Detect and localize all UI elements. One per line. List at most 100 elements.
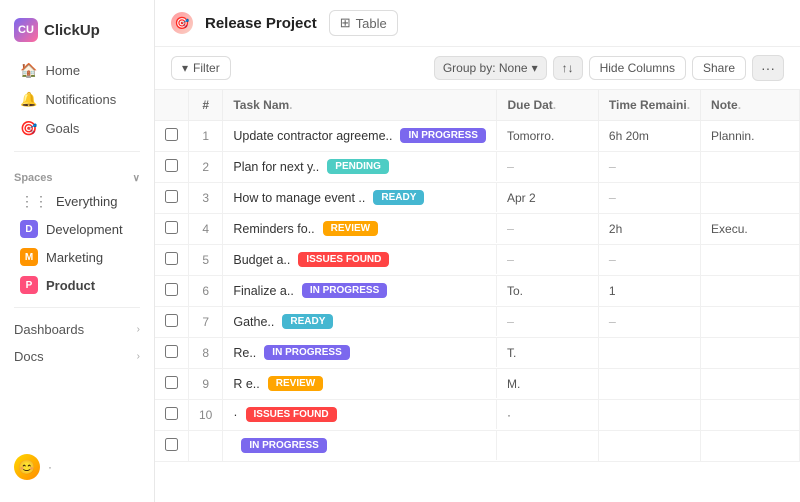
status-badge: READY: [282, 314, 333, 329]
status-badge: ISSUES FOUND: [298, 252, 389, 267]
toolbar-right: Group by: None ▾ ↑↓ Hide Columns Share ·…: [434, 55, 784, 81]
col-notes[interactable]: Note.: [701, 90, 800, 121]
sidebar-user[interactable]: 😊 ·: [0, 444, 154, 490]
docs-label: Docs: [14, 349, 44, 364]
logo-icon: CU: [14, 18, 38, 42]
due-date-text: M.: [507, 377, 520, 391]
row-number: 9: [189, 369, 223, 400]
task-name-text: How to manage event ..: [233, 191, 365, 205]
table-row[interactable]: IN PROGRESS: [155, 431, 800, 462]
hide-columns-label: Hide Columns: [600, 61, 675, 75]
row-notes: [701, 245, 800, 276]
sidebar-item-dashboards[interactable]: Dashboards ›: [0, 316, 154, 343]
row-checkbox[interactable]: [165, 438, 178, 451]
sort-button[interactable]: ↑↓: [553, 56, 583, 80]
row-checkbox-cell: [155, 400, 189, 431]
row-task-name[interactable]: Re.. IN PROGRESS: [223, 338, 497, 367]
sidebar-logo[interactable]: CU ClickUp: [0, 12, 154, 56]
table-row[interactable]: 7 Gathe.. READY ––: [155, 307, 800, 338]
row-task-name[interactable]: Budget a.. ISSUES FOUND: [223, 245, 497, 274]
row-task-name[interactable]: Finalize a.. IN PROGRESS: [223, 276, 497, 305]
due-date-dash: –: [507, 315, 514, 329]
due-date-dash: –: [507, 160, 514, 174]
sidebar-item-goals[interactable]: 🎯 Goals: [6, 114, 148, 143]
hide-columns-button[interactable]: Hide Columns: [589, 56, 686, 80]
row-task-name[interactable]: IN PROGRESS: [223, 431, 497, 460]
row-checkbox[interactable]: [165, 128, 178, 141]
sidebar-item-marketing-label: Marketing: [46, 250, 103, 265]
row-time-remaining: 6h 20m: [598, 121, 700, 152]
spaces-chevron[interactable]: ∨: [133, 173, 140, 184]
dashboards-label: Dashboards: [14, 322, 84, 337]
sidebar-item-home-label: Home: [45, 63, 80, 78]
row-task-name[interactable]: Update contractor agreeme.. IN PROGRESS: [223, 121, 497, 150]
row-task-name[interactable]: Reminders fo.. REVIEW: [223, 214, 497, 243]
row-time-remaining: –: [598, 245, 700, 276]
row-checkbox[interactable]: [165, 314, 178, 327]
row-checkbox[interactable]: [165, 221, 178, 234]
toolbar: ▾ Filter Group by: None ▾ ↑↓ Hide Column…: [155, 47, 800, 90]
table-row[interactable]: 6 Finalize a.. IN PROGRESS To.1: [155, 276, 800, 307]
sidebar-item-development[interactable]: D Development: [6, 215, 148, 243]
sidebar: CU ClickUp 🏠 Home 🔔 Notifications 🎯 Goal…: [0, 0, 155, 502]
table-row[interactable]: 5 Budget a.. ISSUES FOUND ––: [155, 245, 800, 276]
task-name-text: Budget a..: [233, 253, 290, 267]
task-name-text: Update contractor agreeme..: [233, 129, 392, 143]
col-due-date[interactable]: Due Dat.: [497, 90, 598, 121]
table-row[interactable]: 9 R e.. REVIEW M.: [155, 369, 800, 400]
time-remaining-text: 6h 20m: [609, 129, 649, 143]
row-task-name[interactable]: How to manage event .. READY: [223, 183, 497, 212]
more-icon: ···: [761, 60, 775, 76]
row-notes: Execu.: [701, 214, 800, 245]
row-task-name[interactable]: Plan for next y.. PENDING: [223, 152, 497, 181]
sidebar-item-product[interactable]: P Product: [6, 271, 148, 299]
row-notes: Plannin.: [701, 121, 800, 152]
table-row[interactable]: 4 Reminders fo.. REVIEW –2hExecu.: [155, 214, 800, 245]
due-date-text: T.: [507, 346, 516, 360]
row-checkbox[interactable]: [165, 407, 178, 420]
row-notes: [701, 369, 800, 400]
time-remaining-dash: –: [609, 191, 616, 205]
col-task-name[interactable]: Task Nam.: [223, 90, 497, 121]
filter-icon: ▾: [182, 61, 188, 75]
row-checkbox-cell: [155, 276, 189, 307]
row-checkbox[interactable]: [165, 283, 178, 296]
table-view-tab[interactable]: ⊞ Table: [329, 10, 398, 36]
sidebar-item-marketing[interactable]: M Marketing: [6, 243, 148, 271]
row-time-remaining: 1: [598, 276, 700, 307]
sidebar-item-notifications[interactable]: 🔔 Notifications: [6, 85, 148, 114]
share-button[interactable]: Share: [692, 56, 746, 80]
table-row[interactable]: 1 Update contractor agreeme.. IN PROGRES…: [155, 121, 800, 152]
row-checkbox[interactable]: [165, 345, 178, 358]
row-task-name[interactable]: R e.. REVIEW: [223, 369, 497, 398]
row-number: 6: [189, 276, 223, 307]
group-by-button[interactable]: Group by: None ▾: [434, 56, 547, 80]
row-checkbox[interactable]: [165, 190, 178, 203]
row-due-date: [497, 431, 598, 462]
main-content: 🎯 Release Project ⊞ Table ▾ Filter Group…: [155, 0, 800, 502]
sidebar-item-everything[interactable]: ⋮⋮ Everything: [6, 188, 148, 215]
row-checkbox[interactable]: [165, 159, 178, 172]
row-checkbox[interactable]: [165, 376, 178, 389]
row-time-remaining: –: [598, 307, 700, 338]
row-task-name[interactable]: Gathe.. READY: [223, 307, 497, 336]
table-row[interactable]: 8 Re.. IN PROGRESS T.: [155, 338, 800, 369]
row-number: 8: [189, 338, 223, 369]
project-icon: 🎯: [171, 12, 193, 34]
table-container[interactable]: # Task Nam. Due Dat. Time Remaini. Note.…: [155, 90, 800, 502]
home-icon: 🏠: [20, 62, 37, 79]
row-time-remaining: [598, 369, 700, 400]
row-checkbox[interactable]: [165, 252, 178, 265]
table-row[interactable]: 2 Plan for next y.. PENDING ––: [155, 152, 800, 183]
table-row[interactable]: 10 · ISSUES FOUND ·: [155, 400, 800, 431]
sidebar-item-home[interactable]: 🏠 Home: [6, 56, 148, 85]
col-time-remaining[interactable]: Time Remaini.: [598, 90, 700, 121]
filter-label: Filter: [193, 61, 220, 75]
row-due-date: M.: [497, 369, 598, 400]
project-title: Release Project: [205, 15, 317, 32]
filter-button[interactable]: ▾ Filter: [171, 56, 231, 80]
row-task-name[interactable]: · ISSUES FOUND: [223, 400, 497, 429]
table-row[interactable]: 3 How to manage event .. READY Apr 2–: [155, 183, 800, 214]
more-button[interactable]: ···: [752, 55, 784, 81]
sidebar-item-docs[interactable]: Docs ›: [0, 343, 154, 370]
